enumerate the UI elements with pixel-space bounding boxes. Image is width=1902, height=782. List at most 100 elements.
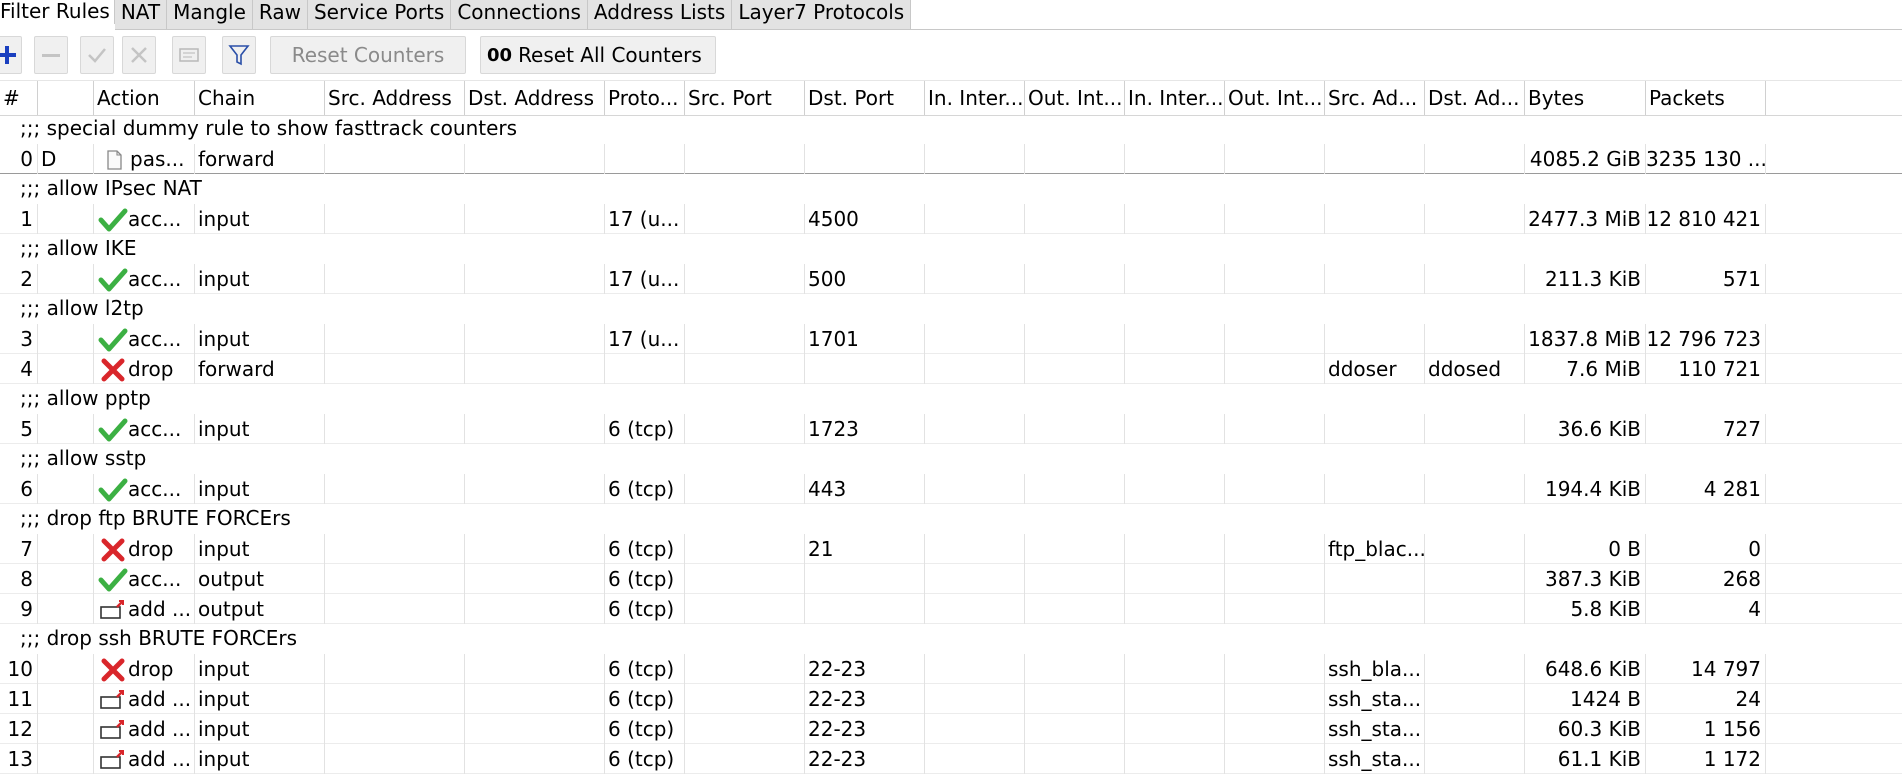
comment-row[interactable]: ;;; drop ftp BRUTE FORCErs <box>0 504 1902 534</box>
cell-dst-port: 21 <box>805 534 925 564</box>
cell-dst-address-list <box>1425 204 1525 234</box>
action-label: drop <box>128 657 174 681</box>
comment-row[interactable]: ;;; allow pptp <box>0 384 1902 414</box>
disable-button[interactable] <box>122 36 156 74</box>
tab-connections[interactable]: Connections <box>451 0 588 30</box>
cell-dst-address <box>465 324 605 354</box>
cell-dst-address-list <box>1425 534 1525 564</box>
cell-in-interface <box>925 324 1025 354</box>
comment-row[interactable]: ;;; allow IKE <box>0 234 1902 264</box>
cell-out-interface-list <box>1225 714 1325 744</box>
table-row[interactable]: 1 acc... input 17 (u... 4500 2477.3 MiB 12 810… <box>0 204 1902 234</box>
cell-bytes: 387.3 KiB <box>1525 564 1646 594</box>
col-in-interface[interactable]: In. Inter... <box>925 81 1025 115</box>
cell-number: 0 <box>0 144 38 174</box>
cell-number: 6 <box>0 474 38 504</box>
col-in-interface-list[interactable]: In. Inter... <box>1125 81 1225 115</box>
col-flags[interactable] <box>38 81 94 115</box>
filter-button[interactable] <box>222 36 256 74</box>
col-packets[interactable]: Packets <box>1646 81 1766 115</box>
table-row[interactable]: 7 drop input 6 (tcp) 21 ftp_blac... 0 B0 <box>0 534 1902 564</box>
col-dst-port[interactable]: Dst. Port <box>805 81 925 115</box>
rule-comment: ;;; allow pptp <box>20 386 151 410</box>
cell-action: add ... <box>94 744 195 774</box>
cell-src-address-list <box>1325 414 1425 444</box>
col-src-port[interactable]: Src. Port <box>685 81 805 115</box>
comment-row[interactable]: ;;; special dummy rule to show fasttrack… <box>0 114 1902 144</box>
cell-number: 9 <box>0 594 38 624</box>
cell-packets: 1 172 <box>1646 744 1766 774</box>
col-dst-address[interactable]: Dst. Address <box>465 81 605 115</box>
comment-row[interactable]: ;;; allow sstp <box>0 444 1902 474</box>
tab-filter-rules[interactable]: Filter Rules <box>0 0 115 24</box>
cell-packets: 268 <box>1646 564 1766 594</box>
table-row[interactable]: 11 add ... input 6 (tcp) 22-23 ssh_sta... 1424… <box>0 684 1902 714</box>
cell-src-address-list: ftp_blac... <box>1325 534 1425 564</box>
accept-icon <box>98 268 128 294</box>
col-protocol[interactable]: Proto... <box>605 81 685 115</box>
col-action[interactable]: Action <box>94 81 195 115</box>
tab-service-ports[interactable]: Service Ports <box>307 0 452 30</box>
col-out-interface[interactable]: Out. Int... <box>1025 81 1125 115</box>
cell-out-interface <box>1025 594 1125 624</box>
cell-chain: input <box>195 264 325 294</box>
cell-chain: forward <box>195 354 325 384</box>
table-row[interactable]: 5 acc... input 6 (tcp) 1723 36.6 KiB 727 <box>0 414 1902 444</box>
cell-dst-address <box>465 744 605 774</box>
table-row[interactable]: 3 acc... input 17 (u... 1701 1837.8 MiB 12 796… <box>0 324 1902 354</box>
col-src-address-list[interactable]: Src. Ad... <box>1325 81 1425 115</box>
table-header: # Action Chain Src. Address Dst. Address… <box>0 80 1902 116</box>
table-row[interactable]: 0 Dpas... forward 4085.2 GiB 3235 130 ... <box>0 144 1902 174</box>
cell-dst-address <box>465 714 605 744</box>
remove-button[interactable] <box>34 36 68 74</box>
enable-button[interactable] <box>80 36 114 74</box>
table-row[interactable]: 9 add ... output 6 (tcp) 5.8 KiB 4 <box>0 594 1902 624</box>
tab-layer7-protocols[interactable]: Layer7 Protocols <box>732 0 912 30</box>
cell-dst-address <box>465 594 605 624</box>
tab-address-lists[interactable]: Address Lists <box>587 0 733 30</box>
reset-counters-button[interactable]: Reset Counters <box>270 36 466 74</box>
cell-dst-address <box>465 474 605 504</box>
cell-flags <box>38 744 94 774</box>
comment-row[interactable]: ;;; drop ssh BRUTE FORCErs <box>0 624 1902 654</box>
tab-raw[interactable]: Raw <box>252 0 308 30</box>
tab-nat[interactable]: NAT <box>114 0 168 30</box>
cell-chain: input <box>195 414 325 444</box>
table-row[interactable]: 2 acc... input 17 (u... 500 211.3 KiB 571 <box>0 264 1902 294</box>
cell-protocol: 6 (tcp) <box>605 684 685 714</box>
table-row[interactable]: 8 acc... output 6 (tcp) 387.3 KiB 268 <box>0 564 1902 594</box>
cell-out-interface-list <box>1225 744 1325 774</box>
table-row[interactable]: 10 drop input 6 (tcp) 22-23 ssh_bla... 648.6 K… <box>0 654 1902 684</box>
col-number[interactable]: # <box>0 81 38 115</box>
add-to-list-icon <box>98 748 128 774</box>
col-out-interface-list[interactable]: Out. Int... <box>1225 81 1325 115</box>
col-bytes[interactable]: Bytes <box>1525 81 1646 115</box>
cell-src-address <box>325 714 465 744</box>
col-dst-address-list[interactable]: Dst. Ad... <box>1425 81 1525 115</box>
col-chain[interactable]: Chain <box>195 81 325 115</box>
cell-protocol: 17 (u... <box>605 324 685 354</box>
cell-packets: 12 810 421 <box>1646 204 1766 234</box>
cell-src-port <box>685 744 805 774</box>
cell-in-interface <box>925 474 1025 504</box>
comment-row[interactable]: ;;; allow IPsec NAT <box>0 174 1902 204</box>
cell-action: acc... <box>94 264 195 294</box>
comment-button[interactable] <box>172 36 206 74</box>
tab-mangle[interactable]: Mangle <box>167 0 253 30</box>
comment-row[interactable]: ;;; allow l2tp <box>0 294 1902 324</box>
table-row[interactable]: 6 acc... input 6 (tcp) 443 194.4 KiB 4 281 <box>0 474 1902 504</box>
cell-bytes: 4085.2 GiB <box>1525 144 1646 174</box>
cell-action: acc... <box>94 414 195 444</box>
table-row[interactable]: 4 drop forward ddoser ddosed 7.6 MiB 110 721 <box>0 354 1902 384</box>
cell-out-interface-list <box>1225 474 1325 504</box>
cell-in-interface <box>925 354 1025 384</box>
cell-out-interface <box>1025 264 1125 294</box>
table-row[interactable]: 13 add ... input 6 (tcp) 22-23 ssh_sta... 61.1… <box>0 744 1902 774</box>
cell-number: 8 <box>0 564 38 594</box>
col-src-address[interactable]: Src. Address <box>325 81 465 115</box>
reset-all-counters-button[interactable]: 00 Reset All Counters <box>480 36 716 74</box>
cell-src-address-list <box>1325 324 1425 354</box>
table-row[interactable]: 12 add ... input 6 (tcp) 22-23 ssh_sta... 60.3… <box>0 714 1902 744</box>
cell-chain: forward <box>195 144 325 174</box>
add-button[interactable] <box>0 36 22 74</box>
